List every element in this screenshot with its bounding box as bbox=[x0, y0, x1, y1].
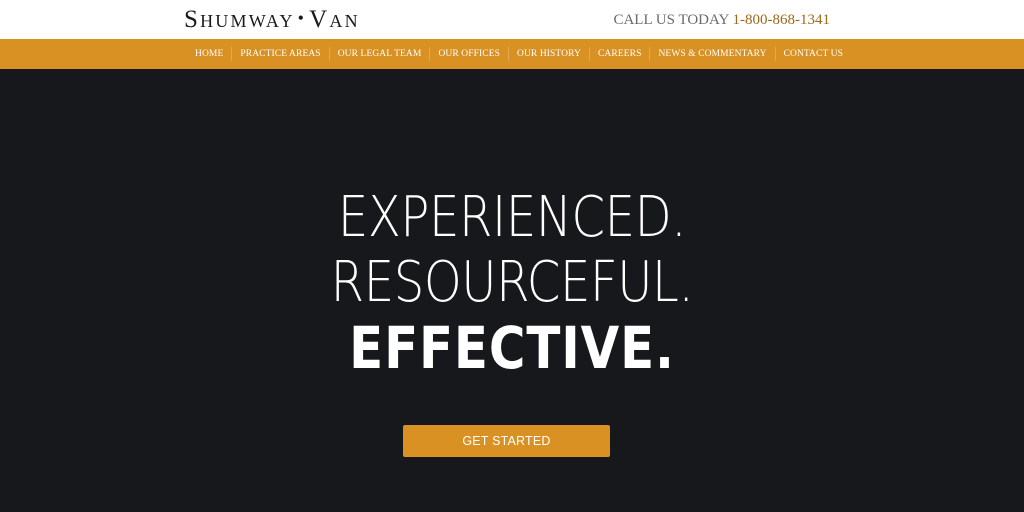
logo-text-left: Shumway bbox=[184, 6, 295, 33]
nav-item-news-commentary[interactable]: NEWS & COMMENTARY bbox=[650, 47, 776, 61]
hero-section: EXPERIENCED. RESOURCEFUL. EFFECTIVE. GET… bbox=[0, 69, 1024, 512]
nav-item-our-history[interactable]: OUR HISTORY bbox=[509, 47, 590, 61]
logo-text-right: Van bbox=[309, 6, 360, 33]
nav-list: HOME PRACTICE AREAS OUR LEGAL TEAM OUR O… bbox=[187, 39, 851, 69]
nav-item-our-legal-team[interactable]: OUR LEGAL TEAM bbox=[330, 47, 431, 61]
get-started-button[interactable]: GET STARTED bbox=[403, 425, 610, 457]
nav-item-contact-us[interactable]: CONTACT US bbox=[776, 47, 851, 61]
call-us-label: CALL US TODAY bbox=[613, 12, 729, 28]
phone-number-link[interactable]: 1-800-868-1341 bbox=[733, 12, 831, 28]
hero-headline-experienced: EXPERIENCED. bbox=[337, 185, 687, 250]
hero-headline-effective: EFFECTIVE. bbox=[349, 314, 675, 382]
nav-item-careers[interactable]: CAREERS bbox=[590, 47, 651, 61]
main-navigation: HOME PRACTICE AREAS OUR LEGAL TEAM OUR O… bbox=[0, 39, 1024, 69]
logo-separator: • bbox=[297, 8, 307, 28]
site-logo[interactable]: Shumway • Van bbox=[184, 6, 360, 34]
site-header: Shumway • Van CALL US TODAY 1-800-868-1341 bbox=[0, 0, 1024, 39]
nav-item-home[interactable]: HOME bbox=[187, 47, 233, 61]
nav-item-practice-areas[interactable]: PRACTICE AREAS bbox=[232, 47, 330, 61]
hero-headline-resourceful: RESOURCEFUL. bbox=[330, 250, 694, 315]
call-us-block: CALL US TODAY 1-800-868-1341 bbox=[613, 12, 830, 29]
nav-item-our-offices[interactable]: OUR OFFICES bbox=[430, 47, 509, 61]
